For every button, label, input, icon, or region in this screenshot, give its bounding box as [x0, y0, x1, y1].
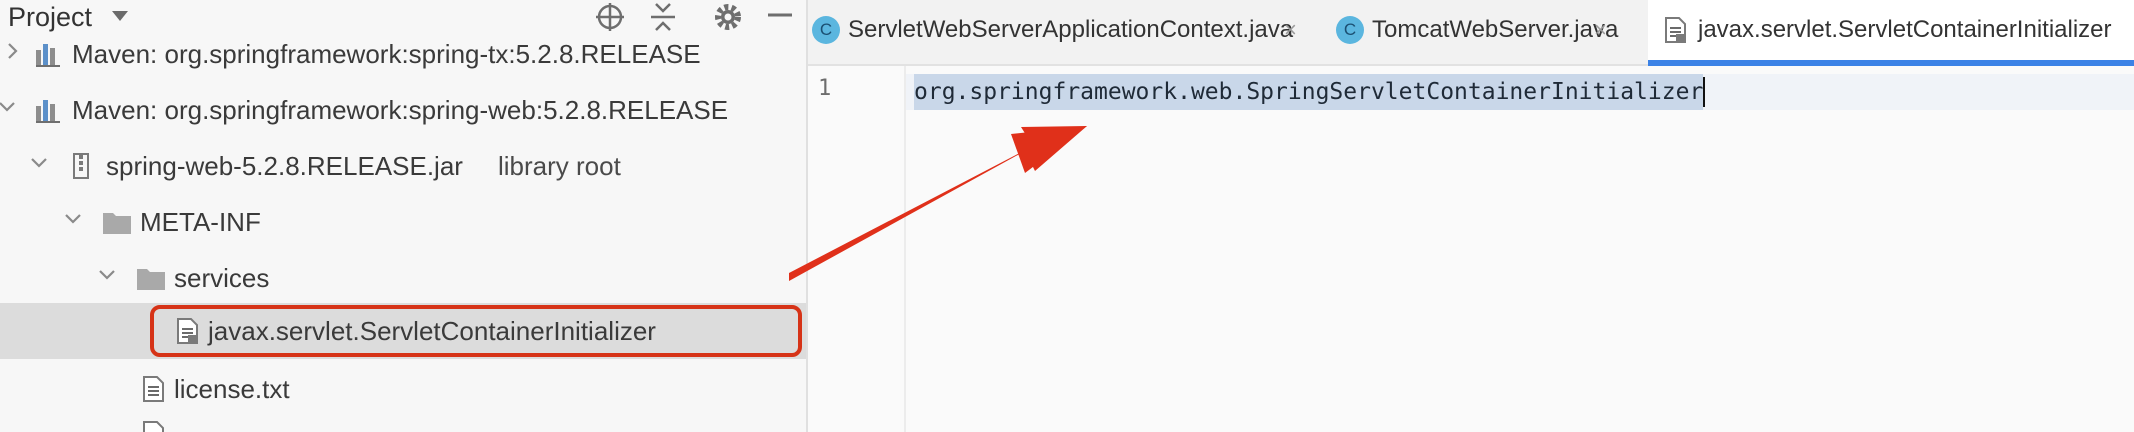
tree-item-label: META-INF	[140, 207, 261, 237]
close-icon[interactable]: ×	[1284, 0, 1297, 60]
file-icon	[1662, 16, 1690, 44]
tab-servlet-container-initializer[interactable]: javax.servlet.ServletContainerInitialize…	[1648, 0, 2134, 66]
library-icon	[34, 40, 62, 68]
collapse-chevron-icon[interactable]	[28, 152, 50, 174]
tab-tomcat-web-server[interactable]: C TomcatWebServer.java ×	[1328, 0, 1628, 64]
library-icon	[34, 96, 62, 124]
class-icon: C	[1336, 16, 1364, 44]
tree-item-services-folder[interactable]: services	[0, 250, 806, 306]
annotation-highlight-box	[150, 305, 802, 357]
folder-icon	[102, 208, 131, 236]
tree-item-spring-web-jar[interactable]: spring-web-5.2.8.RELEASE.jar library roo…	[0, 138, 806, 194]
code-line[interactable]: org.springframework.web.SpringServletCon…	[906, 74, 2134, 110]
tree-item-spring-web-library[interactable]: Maven: org.springframework:spring-web:5.…	[0, 82, 806, 138]
editor-tab-bar: C ServletWebServerApplicationContext.jav…	[808, 0, 2134, 66]
tab-label: javax.servlet.ServletContainerInitialize…	[1698, 16, 2112, 43]
jar-icon	[68, 152, 96, 180]
expand-chevron-icon[interactable]	[2, 40, 24, 62]
tab-label: ServletWebServerApplicationContext.java	[848, 16, 1294, 43]
tree-item-label: spring-web-5.2.8.RELEASE.jar	[106, 151, 463, 181]
text-caret	[1703, 77, 1706, 107]
tree-item-label: services	[174, 263, 270, 293]
line-number: 1	[818, 76, 832, 101]
folder-icon	[136, 264, 165, 292]
tree-item-label: Maven: org.springframework:spring-tx:5.2…	[72, 39, 701, 69]
close-icon[interactable]: ×	[1594, 0, 1607, 60]
code-editor[interactable]: 1 org.springframework.web.SpringServletC…	[808, 66, 2134, 432]
tab-label: TomcatWebServer.java	[1372, 16, 1619, 43]
view-dropdown-chevron-icon[interactable]	[112, 11, 128, 21]
tree-item-label: Maven: org.springframework:spring-web:5.…	[72, 95, 729, 125]
collapse-chevron-icon[interactable]	[96, 264, 118, 286]
collapse-chevron-icon[interactable]	[0, 96, 18, 118]
class-icon: C	[812, 16, 840, 44]
text-file-icon	[140, 420, 168, 432]
tree-item-spring-tx-library[interactable]: Maven: org.springframework:spring-tx:5.2…	[0, 26, 806, 82]
tree-item-label: license.txt	[174, 374, 290, 404]
text-file-icon	[140, 375, 168, 403]
project-panel: Project Maven: org.springframework:sprin…	[0, 0, 806, 432]
tab-servlet-web-server-application-context[interactable]: C ServletWebServerApplicationContext.jav…	[808, 0, 1318, 64]
tree-item-meta-inf-folder[interactable]: META-INF	[0, 194, 806, 250]
line-gutter: 1	[808, 66, 906, 432]
code-text[interactable]: org.springframework.web.SpringServletCon…	[914, 74, 1703, 110]
collapse-chevron-icon[interactable]	[62, 208, 84, 230]
tree-item-license-txt[interactable]: license.txt	[0, 361, 806, 417]
library-root-label: library root	[498, 151, 621, 181]
